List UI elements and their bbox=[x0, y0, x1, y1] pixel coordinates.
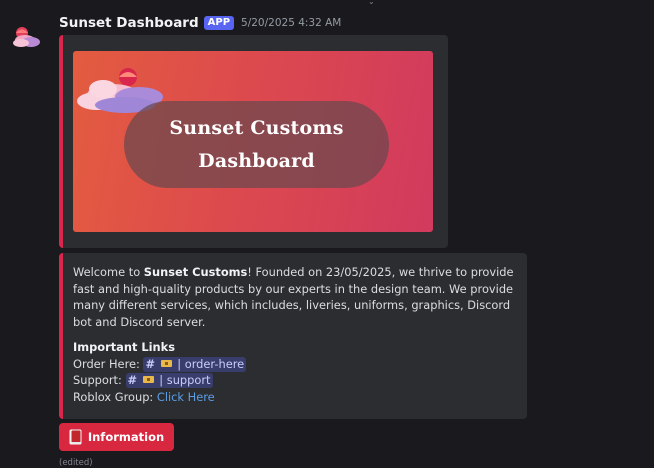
info-embed: Welcome to Sunset Customs! Founded on 23… bbox=[59, 253, 527, 419]
banner-title-line-2: Dashboard bbox=[198, 149, 315, 172]
message: ⌄ Sunset Dashboard APP 5/20/2025 4:32 AM bbox=[0, 0, 654, 468]
timestamp[interactable]: 5/20/2025 4:32 AM bbox=[241, 17, 341, 29]
scroll-fragment: ⌄ bbox=[368, 0, 375, 6]
hash-icon: # bbox=[127, 373, 138, 387]
support-channel-mention[interactable]: # | support bbox=[125, 373, 213, 388]
cloud-avatar-icon bbox=[10, 20, 44, 54]
ticket-icon bbox=[160, 359, 172, 367]
support-label: Support: bbox=[73, 373, 126, 387]
links-title: Important Links bbox=[73, 340, 175, 354]
edited-label: (edited) bbox=[59, 458, 93, 468]
ticket-icon bbox=[142, 376, 154, 383]
banner-embed: Sunset Customs Dashboard bbox=[59, 35, 448, 248]
information-button[interactable]: Information bbox=[59, 423, 174, 451]
welcome-prefix: Welcome to bbox=[73, 265, 144, 279]
support-channel-name: | support bbox=[159, 373, 211, 387]
avatar[interactable] bbox=[10, 20, 44, 54]
roblox-label: Roblox Group: bbox=[73, 389, 157, 404]
banner-title-pill: Sunset Customs Dashboard bbox=[124, 101, 389, 188]
banner-title-line-1: Sunset Customs bbox=[169, 116, 344, 139]
username[interactable]: Sunset Dashboard bbox=[59, 15, 199, 31]
roblox-row: Roblox Group: Click Here bbox=[73, 389, 515, 406]
roblox-group-link[interactable]: Click Here bbox=[157, 390, 215, 404]
message-header: Sunset Dashboard APP 5/20/2025 4:32 AM bbox=[59, 14, 341, 32]
brand-name: Sunset Customs bbox=[143, 265, 248, 279]
embed-description: Welcome to Sunset Customs! Founded on 23… bbox=[73, 264, 515, 330]
support-row: Support: # | support bbox=[73, 372, 515, 389]
banner-image[interactable]: Sunset Customs Dashboard bbox=[73, 51, 433, 232]
order-label: Order Here: bbox=[73, 356, 144, 371]
hash-icon: # bbox=[145, 356, 156, 371]
information-button-label: Information bbox=[87, 430, 165, 444]
book-icon bbox=[69, 429, 82, 445]
app-badge: APP bbox=[203, 16, 235, 30]
order-channel-mention[interactable]: # | order-here bbox=[143, 356, 247, 372]
order-channel-name: | order-here bbox=[177, 356, 245, 371]
order-row: Order Here: # | order-here bbox=[73, 356, 515, 373]
